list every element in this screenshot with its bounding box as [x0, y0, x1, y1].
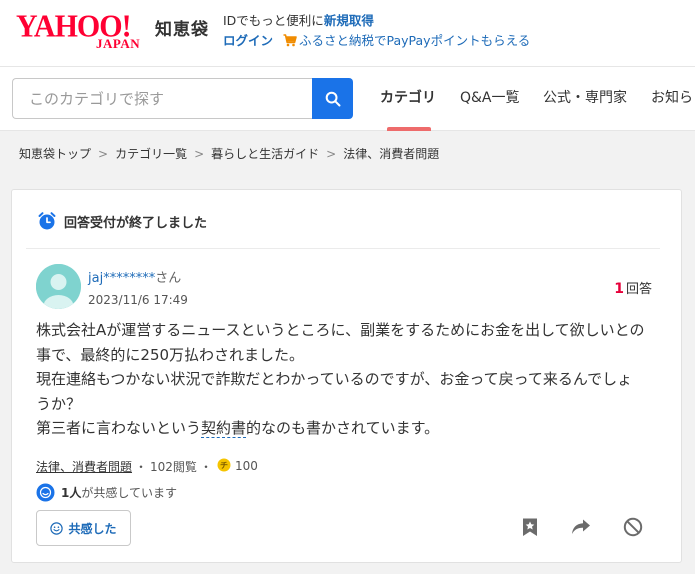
cart-icon — [283, 34, 297, 51]
question-body-line: 第三者に言わないという契約書的なのも書かされています。 — [36, 416, 646, 441]
breadcrumb-separator: > — [98, 147, 109, 161]
question-body-line: 株式会社Aが運営するニュースというところに、副業をするためにお金を出して欲しいと… — [36, 321, 645, 364]
question-body: 株式会社Aが運営するニュースというところに、副業をするためにお金を出して欲しいと… — [36, 318, 646, 441]
breadcrumb-item-law[interactable]: 法律、消費者問題 — [343, 147, 439, 161]
tab-notices[interactable]: お知ら — [651, 78, 693, 119]
post-date: 2023/11/6 17:49 — [88, 293, 188, 307]
meta-separator: ・ — [199, 459, 212, 474]
user-honorific: さん — [155, 271, 182, 286]
share-arrow-icon — [572, 519, 590, 534]
furusato-link[interactable]: ふるさと納税でPayPayポイントもらえる — [299, 33, 530, 48]
search-button[interactable] — [312, 78, 353, 119]
meta-separator: ・ — [135, 459, 148, 474]
alarm-clock-icon — [38, 212, 56, 230]
view-count: 102閲覧 — [150, 459, 197, 474]
empathy-count: 1人 — [61, 485, 82, 500]
bookmark-star-icon — [523, 518, 537, 536]
login-link[interactable]: ログイン — [223, 33, 273, 48]
breadcrumb-item-top[interactable]: 知恵袋トップ — [19, 147, 91, 161]
active-tab-indicator — [387, 127, 431, 131]
empathy-suffix: が共感しています — [81, 485, 178, 500]
answer-count-label: 回答 — [625, 282, 652, 297]
smile-outline-icon — [50, 521, 64, 535]
tab-category[interactable]: カテゴリ — [380, 78, 436, 119]
share-button[interactable] — [570, 516, 592, 538]
user-name[interactable]: jaj********さん — [88, 267, 181, 286]
top-header: YAHOO! JAPAN 知恵袋 IDでもっと便利に新規取得 ログイン ふるさと… — [0, 0, 695, 67]
prohibit-icon — [623, 517, 643, 537]
breadcrumb-item-life-guide[interactable]: 暮らしと生活ガイド — [211, 147, 319, 161]
empathy-button[interactable]: 共感した — [36, 510, 131, 546]
closed-notice: 回答受付が終了しました — [37, 211, 207, 231]
report-button[interactable] — [622, 516, 644, 538]
breadcrumb-item-category-list[interactable]: カテゴリ一覧 — [115, 147, 187, 161]
card-divider — [26, 248, 660, 249]
answer-count[interactable]: 1 回答 — [614, 278, 652, 297]
user-name-text: jaj******** — [88, 271, 156, 286]
question-body-text: 第三者に言わないという — [36, 419, 202, 437]
question-card: 回答受付が終了しました jaj********さん 2023/11/6 17:4… — [11, 189, 682, 563]
tab-qa-list[interactable]: Q&A一覧 — [460, 78, 520, 119]
question-body-line: 現在連絡もつかない状況で詐欺だとわかっているのですが、お金って戻って来るんでしょ… — [36, 370, 633, 413]
search-input[interactable] — [13, 79, 312, 118]
category-link[interactable]: 法律、消費者問題 — [36, 458, 132, 475]
question-body-text: 的なのも書かされています。 — [246, 419, 440, 437]
coin-amount: 100 — [234, 459, 258, 473]
svg-text:チ: チ — [220, 461, 228, 470]
yahoo-japan-logo[interactable]: YAHOO! JAPAN — [16, 11, 152, 52]
closed-notice-text: 回答受付が終了しました — [64, 215, 208, 231]
breadcrumb: 知恵袋トップ > カテゴリ一覧 > 暮らしと生活ガイド > 法律、消費者問題 — [19, 145, 439, 163]
smile-icon — [36, 483, 55, 501]
signup-link[interactable]: 新規取得 — [324, 13, 374, 28]
empathy-summary: 1人 が共感しています — [36, 481, 177, 503]
promo-line: IDでもっと便利に新規取得 — [223, 13, 374, 29]
breadcrumb-separator: > — [194, 147, 205, 161]
keyword-link-contract[interactable]: 契約書 — [201, 419, 247, 438]
avatar[interactable] — [36, 264, 81, 309]
answer-count-number: 1 — [614, 281, 624, 297]
breadcrumb-separator: > — [326, 147, 337, 161]
promo-text: IDでもっと便利に — [223, 13, 324, 28]
service-name[interactable]: 知恵袋 — [155, 15, 209, 40]
logo-japan-text: JAPAN — [96, 36, 141, 51]
bookmark-button[interactable] — [519, 516, 541, 538]
login-line: ログイン ふるさと納税でPayPayポイントもらえる — [223, 33, 530, 51]
search-icon — [325, 91, 340, 106]
question-meta: 法律、消費者問題 ・ 102閲覧 ・ チ 100 — [36, 457, 258, 475]
empathy-button-label: 共感した — [68, 521, 117, 536]
search-nav-bar: カテゴリ Q&A一覧 公式・専門家 お知ら — [0, 67, 695, 131]
search-box — [12, 78, 312, 119]
coin-icon: チ — [217, 458, 231, 475]
tab-official-experts[interactable]: 公式・専門家 — [543, 78, 627, 119]
